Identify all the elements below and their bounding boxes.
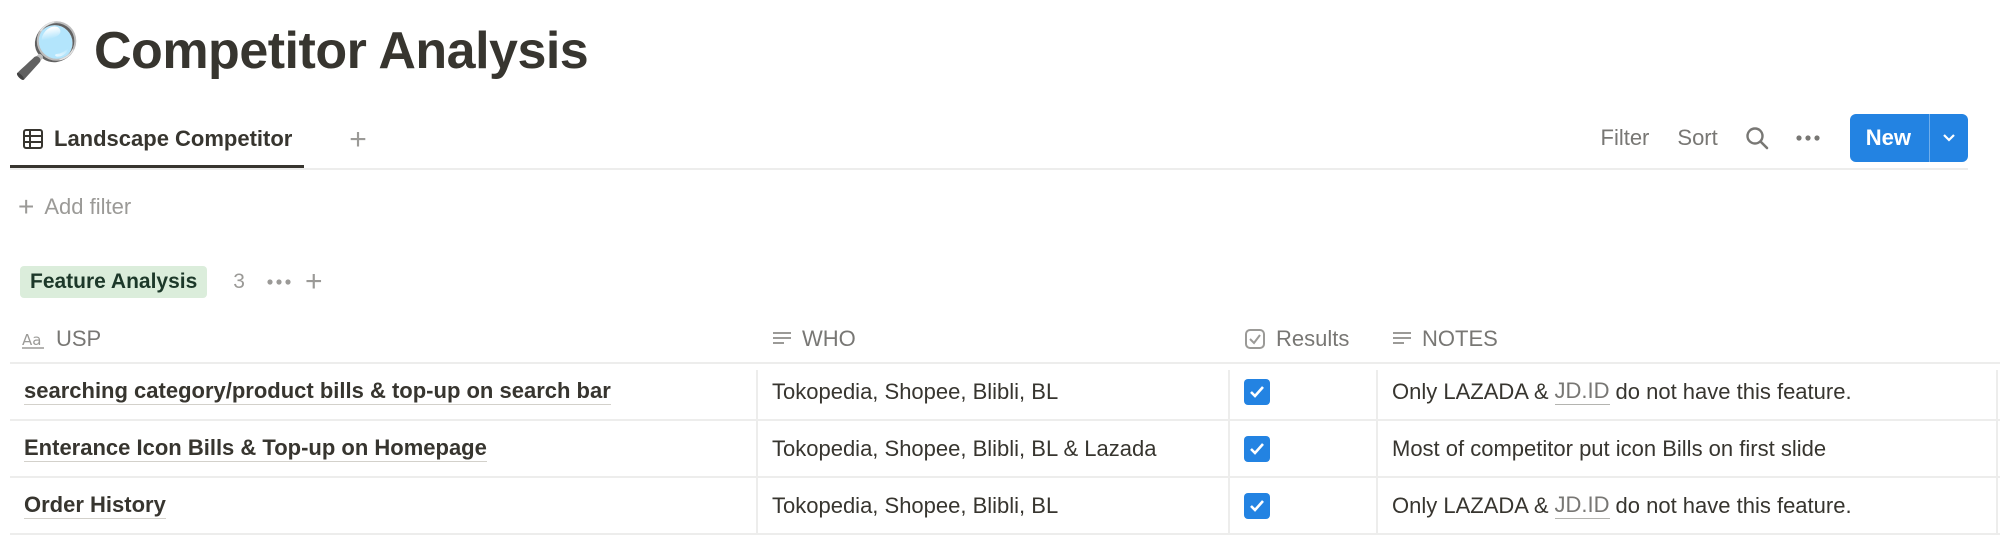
new-button-label: New: [1865, 125, 1911, 150]
text-property-icon: [1393, 332, 1411, 344]
table-icon: [23, 128, 43, 149]
search-icon[interactable]: [1744, 125, 1770, 151]
plus-icon: +: [18, 191, 35, 222]
chevron-down-icon[interactable]: [1929, 114, 1968, 162]
column-divider: [756, 370, 758, 534]
check-icon: [1250, 385, 1264, 398]
notes-text: do not have this feature.: [1615, 378, 1852, 404]
usp-text: searching category/product bills & top-u…: [24, 378, 611, 405]
results-cell[interactable]: [1244, 478, 1270, 533]
column-divider: [1228, 370, 1230, 534]
column-label: NOTES: [1422, 326, 1498, 351]
table-row[interactable]: Order History Tokopedia, Shopee, Blibli,…: [10, 478, 2000, 535]
notes-text: do not have this feature.: [1615, 492, 1852, 518]
magnifying-glass-icon[interactable]: 🔎: [13, 18, 80, 84]
usp-cell[interactable]: Enterance Icon Bills & Top-up on Homepag…: [24, 421, 487, 476]
results-checkbox[interactable]: [1244, 378, 1270, 405]
more-icon[interactable]: [1796, 134, 1820, 142]
page-header: 🔎 Competitor Analysis: [13, 14, 589, 88]
tab-label: Landscape Competitor: [54, 125, 293, 151]
who-cell[interactable]: Tokopedia, Shopee, Blibli, BL: [772, 478, 1058, 533]
notes-cell[interactable]: Only LAZADA & JD.ID do not have this fea…: [1392, 478, 1852, 533]
table-header: Aa USP WHO Results NOTES: [10, 316, 2000, 364]
tab-landscape-competitor[interactable]: Landscape Competitor: [10, 112, 305, 168]
database-table: Aa USP WHO Results NOTES searching categ…: [10, 316, 2000, 535]
add-filter-button[interactable]: + Add filter: [18, 190, 131, 224]
column-label: USP: [56, 326, 102, 351]
results-cell[interactable]: [1244, 364, 1270, 419]
column-header-notes[interactable]: NOTES: [1392, 316, 1498, 362]
group-header: Feature Analysis 3 +: [20, 264, 323, 300]
new-button[interactable]: New: [1849, 114, 1968, 162]
usp-cell[interactable]: searching category/product bills & top-u…: [24, 364, 611, 419]
results-cell[interactable]: [1244, 421, 1270, 476]
checkbox-property-icon: [1245, 329, 1265, 349]
column-header-usp[interactable]: Aa USP: [22, 316, 101, 362]
add-filter-label: Add filter: [44, 194, 132, 219]
notes-link[interactable]: JD.ID: [1554, 378, 1610, 405]
column-label: Results: [1276, 326, 1350, 351]
group-more-icon[interactable]: [267, 278, 291, 286]
who-cell[interactable]: Tokopedia, Shopee, Blibli, BL: [772, 364, 1058, 419]
check-icon: [1250, 499, 1264, 512]
results-checkbox[interactable]: [1244, 492, 1270, 519]
text-property-icon: [773, 332, 791, 344]
page-title[interactable]: Competitor Analysis: [94, 21, 589, 81]
table-row[interactable]: Enterance Icon Bills & Top-up on Homepag…: [10, 421, 2000, 478]
notes-cell[interactable]: Most of competitor put icon Bills on fir…: [1392, 421, 1826, 476]
table-row[interactable]: searching category/product bills & top-u…: [10, 364, 2000, 421]
column-header-results[interactable]: Results: [1244, 316, 1349, 362]
sort-button[interactable]: Sort: [1677, 125, 1717, 151]
column-divider: [1376, 370, 1378, 534]
column-label: WHO: [802, 326, 856, 351]
results-checkbox[interactable]: [1244, 435, 1270, 462]
view-toolbar: Filter Sort New: [1573, 112, 1968, 164]
usp-text: Enterance Icon Bills & Top-up on Homepag…: [24, 435, 487, 462]
notes-link[interactable]: JD.ID: [1554, 492, 1610, 519]
add-view-button[interactable]: +: [340, 122, 376, 158]
column-header-who[interactable]: WHO: [772, 316, 856, 362]
check-icon: [1250, 442, 1264, 455]
view-bar: Landscape Competitor + Filter Sort New: [10, 112, 1968, 170]
usp-text: Order History: [24, 492, 166, 519]
notes-cell[interactable]: Only LAZADA & JD.ID do not have this fea…: [1392, 364, 1852, 419]
group-add-button[interactable]: +: [305, 265, 323, 299]
svg-text:Aa: Aa: [22, 331, 41, 349]
usp-cell[interactable]: Order History: [24, 478, 166, 533]
notes-text: Only LAZADA &: [1392, 378, 1549, 404]
filter-button[interactable]: Filter: [1601, 125, 1650, 151]
group-count: 3: [233, 270, 245, 293]
notes-text: Only LAZADA &: [1392, 492, 1549, 518]
group-tag[interactable]: Feature Analysis: [20, 266, 208, 298]
title-property-icon: Aa: [22, 331, 44, 349]
who-cell[interactable]: Tokopedia, Shopee, Blibli, BL & Lazada: [772, 421, 1156, 476]
column-divider: [1996, 370, 1998, 534]
